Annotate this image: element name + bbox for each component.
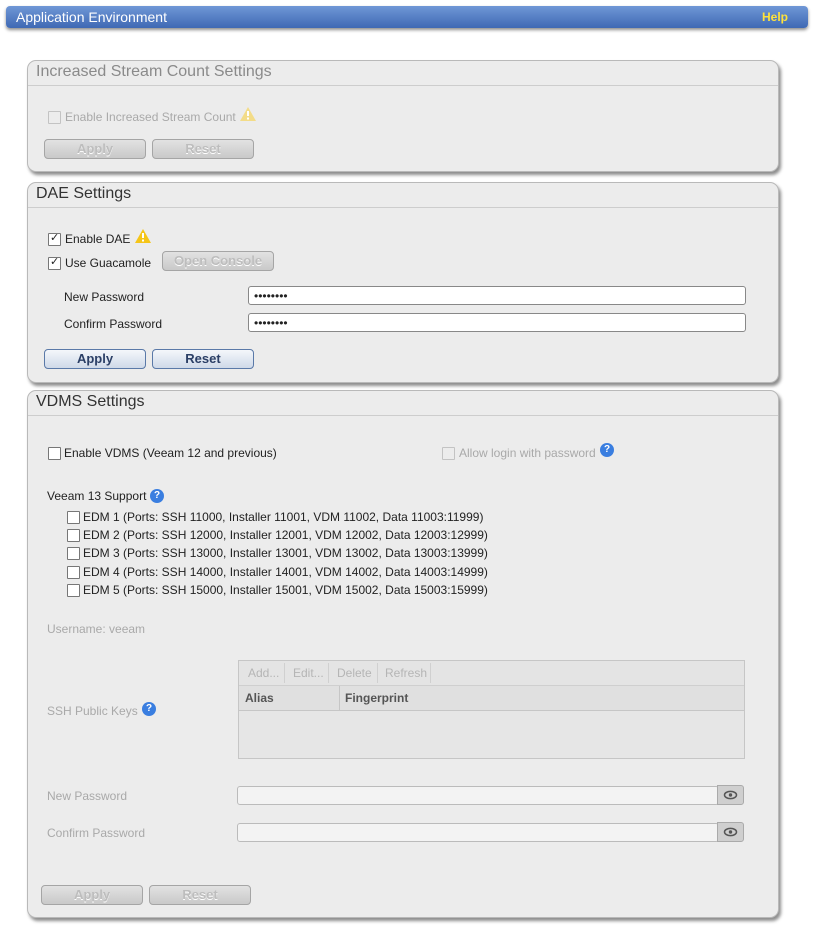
edm2-checkbox[interactable]: [67, 529, 80, 542]
dae-confirm-password-label: Confirm Password: [64, 317, 163, 331]
username-label: Username: veeam: [47, 622, 146, 636]
use-guacamole-checkbox[interactable]: [48, 255, 61, 270]
edm2-label: EDM 2 (Ports: SSH 12000, Installer 12001…: [83, 528, 488, 542]
column-header-fingerprint[interactable]: Fingerprint: [345, 691, 408, 705]
edm1-checkbox[interactable]: [67, 511, 80, 524]
dae-new-password-label: New Password: [64, 290, 145, 304]
stream-apply-button[interactable]: Apply: [44, 139, 146, 159]
vdms-new-password-label: New Password: [47, 789, 128, 803]
allow-login-password-checkbox[interactable]: [442, 447, 455, 460]
toolbar-separator: [377, 663, 378, 683]
edm3-label: EDM 3 (Ports: SSH 13000, Installer 13001…: [83, 546, 488, 560]
dae-confirm-password-field[interactable]: ••••••••: [248, 313, 746, 332]
question-icon[interactable]: ?: [600, 443, 614, 457]
dae-panel-title: DAE Settings: [36, 185, 132, 202]
column-header-alias[interactable]: Alias: [245, 691, 274, 705]
vdms-panel-title: VDMS Settings: [36, 393, 145, 410]
edm5-label: EDM 5 (Ports: SSH 15000, Installer 15001…: [83, 583, 488, 597]
allow-login-password-label: Allow login with password: [459, 446, 596, 460]
column-separator: [339, 686, 340, 710]
ssh-keys-label: SSH Public Keys: [47, 704, 138, 718]
stream-count-panel: Increased Stream Count Settings Enable I…: [27, 60, 779, 172]
toolbar-separator: [284, 663, 285, 683]
vdms-settings-panel: VDMS Settings Enable VDMS (Veeam 12 and …: [27, 390, 779, 918]
enable-dae-label: Enable DAE: [65, 232, 131, 246]
enable-dae-checkbox[interactable]: [48, 231, 61, 246]
enable-vdms-label: Enable VDMS (Veeam 12 and previous): [64, 446, 277, 460]
grid-header: Alias Fingerprint: [239, 686, 744, 711]
divider: [28, 85, 778, 86]
dae-new-password-field[interactable]: ••••••••: [248, 286, 746, 305]
app-title-bar: Application Environment Help: [6, 6, 808, 28]
dae-apply-button[interactable]: Apply: [44, 349, 146, 369]
dae-reset-button[interactable]: Reset: [152, 349, 254, 369]
page-title: Application Environment: [16, 9, 167, 25]
edm1-label: EDM 1 (Ports: SSH 11000, Installer 11001…: [83, 510, 484, 524]
grid-add-button[interactable]: Add...: [248, 665, 279, 681]
divider: [28, 207, 778, 208]
ssh-keys-grid: Add... Edit... Delete Refresh Alias Fing…: [238, 660, 745, 759]
grid-toolbar: Add... Edit... Delete Refresh: [239, 661, 744, 686]
help-link[interactable]: Help: [762, 10, 788, 24]
vdms-confirm-password-label: Confirm Password: [47, 826, 146, 840]
enable-stream-count-label: Enable Increased Stream Count: [65, 110, 236, 124]
edm5-checkbox[interactable]: [67, 584, 80, 597]
grid-delete-button[interactable]: Delete: [337, 665, 372, 681]
veeam13-support-label: Veeam 13 Support: [47, 489, 147, 503]
enable-vdms-checkbox[interactable]: [48, 447, 61, 460]
dae-settings-panel: DAE Settings Enable DAE Use Guacamole Op…: [27, 182, 779, 383]
edm4-checkbox[interactable]: [67, 566, 80, 579]
enable-stream-count-checkbox[interactable]: [48, 111, 61, 124]
eye-icon[interactable]: [717, 822, 744, 842]
open-console-button[interactable]: Open Console: [162, 251, 274, 271]
question-icon[interactable]: ?: [142, 702, 156, 716]
toolbar-separator: [328, 663, 329, 683]
vdms-apply-button[interactable]: Apply: [41, 885, 143, 905]
edm4-label: EDM 4 (Ports: SSH 14000, Installer 14001…: [83, 565, 488, 579]
edm3-checkbox[interactable]: [67, 547, 80, 560]
stream-reset-button[interactable]: Reset: [152, 139, 254, 159]
warning-icon: [135, 229, 151, 243]
vdms-new-password-field[interactable]: [237, 786, 719, 805]
question-icon[interactable]: ?: [150, 489, 164, 503]
stream-panel-title: Increased Stream Count Settings: [36, 63, 272, 80]
vdms-reset-button[interactable]: Reset: [149, 885, 251, 905]
grid-refresh-button[interactable]: Refresh: [385, 665, 427, 681]
eye-icon[interactable]: [717, 785, 744, 805]
toolbar-separator: [430, 663, 431, 683]
divider: [28, 415, 778, 416]
grid-edit-button[interactable]: Edit...: [293, 665, 324, 681]
use-guacamole-label: Use Guacamole: [65, 256, 152, 270]
vdms-confirm-password-field[interactable]: [237, 823, 719, 842]
warning-icon: [240, 107, 256, 121]
